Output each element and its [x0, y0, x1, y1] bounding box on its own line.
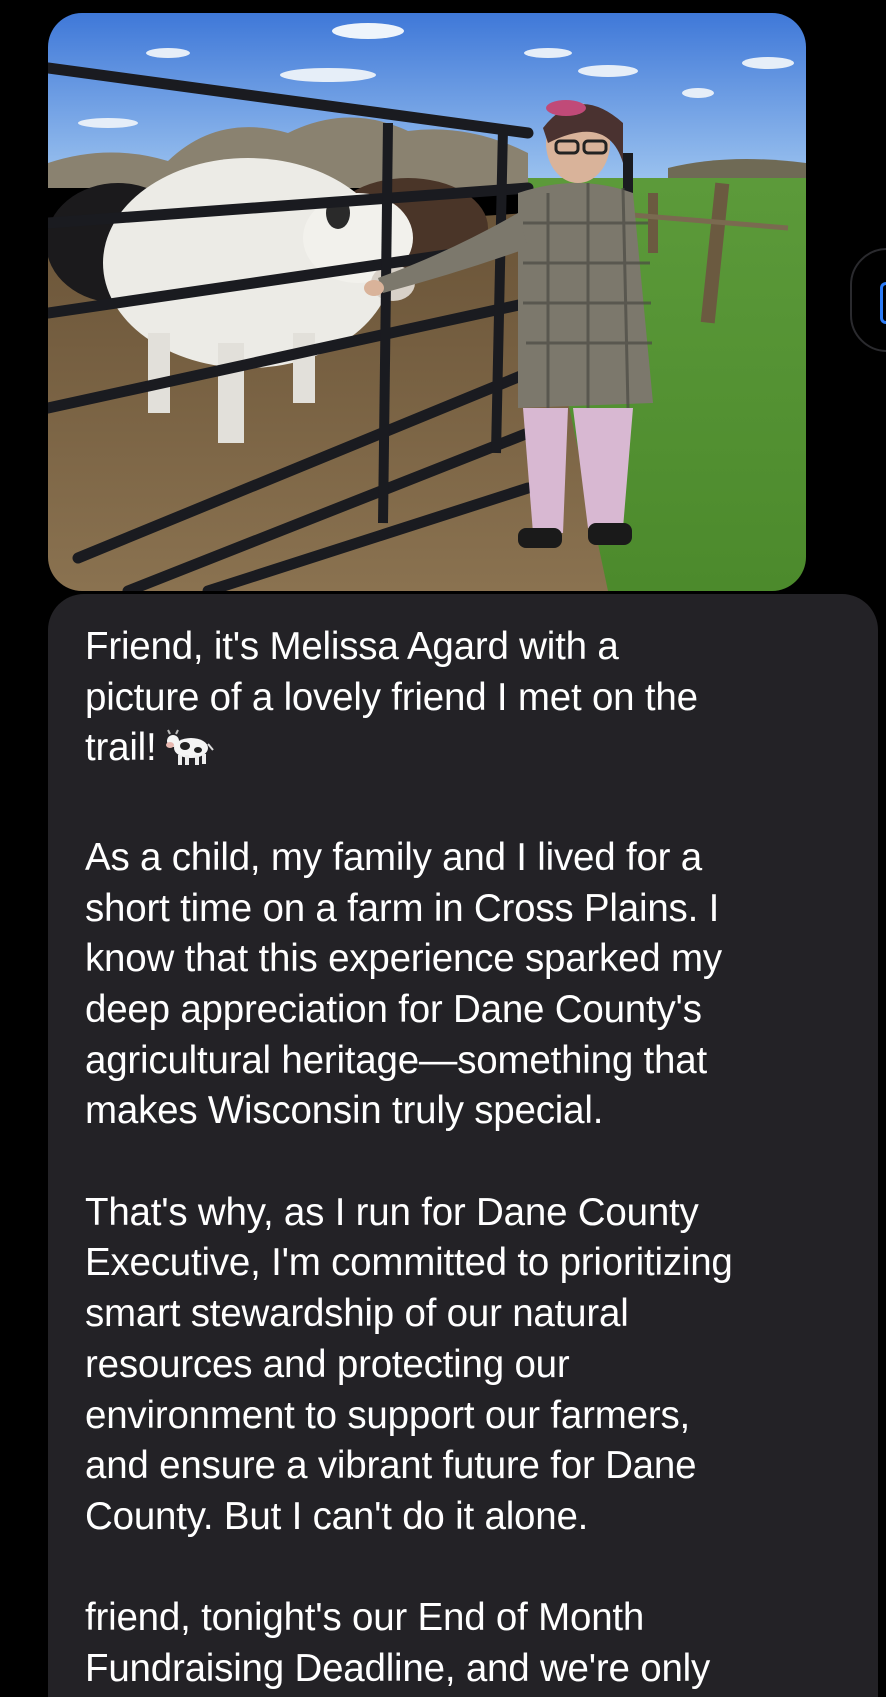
message-paragraph: That's why, as I run for Dane County Exe…: [85, 1190, 733, 1538]
photo-image: [48, 13, 806, 591]
message-thread: Friend, it's Melissa Agard with a pictur…: [0, 0, 886, 1697]
message-paragraph: friend, tonight's our End of Month Fundr…: [85, 1596, 711, 1691]
edge-icon: [880, 282, 886, 324]
message-paragraph: Friend, it's Melissa Agard with a pictur…: [85, 622, 865, 782]
cow-icon: [165, 728, 215, 782]
message-paragraph: As a child, my family and I lived for a …: [85, 835, 722, 1133]
photo-attachment[interactable]: [48, 13, 806, 591]
side-action-button[interactable]: [850, 248, 886, 352]
message-text: Friend, it's Melissa Agard with a pictur…: [85, 622, 865, 1697]
